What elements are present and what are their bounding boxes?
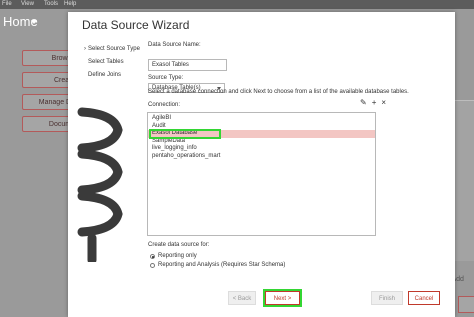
reporting-analysis-label: Reporting and Analysis (Requires Star Sc… (158, 262, 286, 268)
close-icon[interactable]: × (381, 98, 386, 107)
step-define-joins[interactable]: Define Joins (88, 72, 144, 85)
step-select-source-type[interactable]: › Select Source Type (84, 46, 144, 59)
list-item[interactable]: SampleData (148, 138, 375, 146)
current-step-arrow-icon: › (84, 46, 86, 52)
reporting-only-label: Reporting only (158, 253, 197, 259)
reporting-analysis-radio[interactable] (150, 263, 155, 268)
step-select-tables[interactable]: Select Tables (88, 59, 144, 72)
connection-list[interactable]: AgileBI Audit Exasol Database SampleData… (147, 112, 376, 236)
next-button[interactable]: Next > (265, 291, 300, 305)
data-source-wizard-dialog: Data Source Wizard › Select Source Type … (68, 12, 455, 317)
cancel-button[interactable]: Cancel (408, 291, 440, 305)
menu-view[interactable]: View (21, 0, 34, 9)
step-label: Define Joins (88, 72, 122, 78)
add-icon[interactable]: + (372, 98, 377, 107)
menu-file[interactable]: File (2, 0, 12, 9)
dialog-title: Data Source Wizard (82, 18, 190, 32)
create-for-label: Create data source for: (148, 242, 210, 248)
background-button[interactable] (458, 296, 474, 313)
edit-icon[interactable]: ✎ (360, 98, 367, 107)
list-item[interactable]: AgileBI (148, 115, 375, 123)
step-label: Select Source Type (88, 46, 140, 52)
step-label: Select Tables (88, 59, 124, 65)
source-type-label: Source Type: (148, 75, 184, 81)
menu-help[interactable]: Help (64, 0, 76, 9)
back-button[interactable]: < Back (228, 291, 256, 305)
menu-tools[interactable]: Tools (44, 0, 58, 9)
list-item[interactable]: pentaho_operations_mart (148, 153, 375, 161)
reporting-only-radio[interactable] (150, 254, 155, 259)
wizard-logo-icon (77, 107, 123, 262)
wizard-steps: › Select Source Type Select Tables Defin… (84, 46, 144, 85)
connection-label: Connection: (148, 102, 181, 108)
source-name-label: Data Source Name: (148, 42, 201, 48)
list-item-selected[interactable]: Exasol Database (148, 130, 375, 138)
menu-bar: File View Tools Help (0, 0, 474, 9)
source-name-input[interactable]: Exasol Tables (148, 59, 227, 71)
chevron-down-icon[interactable] (31, 20, 37, 24)
instruction-text: Select a database connection and click N… (148, 89, 409, 95)
finish-button[interactable]: Finish (371, 291, 403, 305)
list-item[interactable]: live_logging_info (148, 145, 375, 153)
list-item[interactable]: Audit (148, 123, 375, 131)
